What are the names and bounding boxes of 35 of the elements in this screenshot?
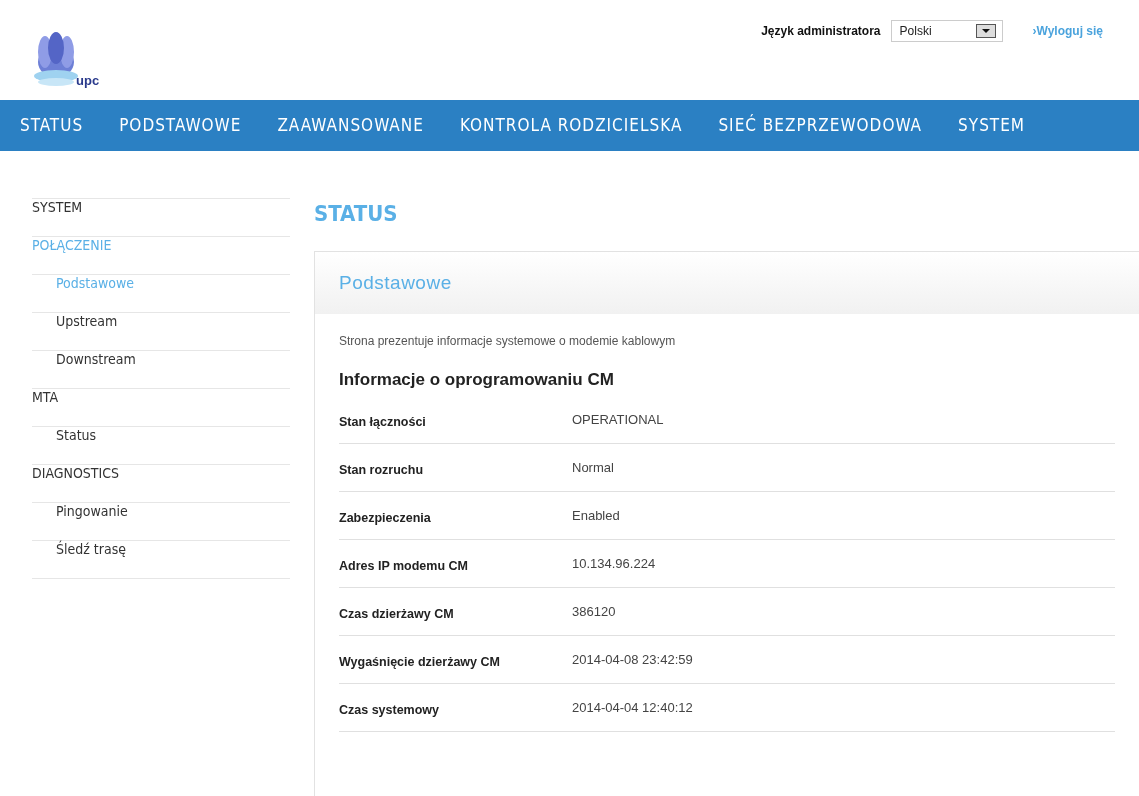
language-dropdown[interactable]: Polski <box>890 20 1003 42</box>
sidebar-section[interactable]: DIAGNOSTICS <box>32 465 290 503</box>
language-label: Język administratora <box>761 24 881 38</box>
section-title: Informacje o oprogramowaniu CM <box>339 370 614 390</box>
field-label: Wygaśnięcie dzierżawy CM <box>339 653 501 669</box>
field-value: 2014-04-08 23:42:59 <box>572 652 693 667</box>
nav-tab[interactable]: SIEĆ BEZPRZEWODOWA <box>700 100 941 151</box>
field-label: Stan łączności <box>339 413 427 429</box>
sidebar-item[interactable]: Śledź trasę <box>32 541 290 579</box>
field-value: 386120 <box>572 604 616 619</box>
logo-text: upc <box>76 73 100 88</box>
sidebar-section[interactable]: MTA <box>32 389 290 427</box>
sidebar-item[interactable]: Upstream <box>32 313 290 351</box>
field-value: 2014-04-04 12:40:12 <box>572 700 693 715</box>
field-value: 10.134.96.224 <box>572 556 656 571</box>
sidebar-section[interactable]: SYSTEM <box>32 199 290 237</box>
field-value: OPERATIONAL <box>572 412 664 427</box>
page-title: STATUS <box>314 200 398 228</box>
sidebar-item[interactable]: Downstream <box>32 351 290 389</box>
description-text: Strona prezentuje informacje systemowe o modemie kablowym <box>339 334 676 348</box>
sidebar-item[interactable]: Status <box>32 427 290 465</box>
nav-tab[interactable]: SYSTEM <box>940 100 1044 151</box>
sidebar-item[interactable]: Pingowanie <box>32 503 290 541</box>
field-label: Czas dzierżawy CM <box>339 605 455 621</box>
field-label: Zabezpieczenia <box>339 509 432 525</box>
card-title: Podstawowe <box>339 272 452 294</box>
field-label: Czas systemowy <box>339 701 441 717</box>
field-value: Enabled <box>572 508 620 523</box>
field-value: Normal <box>572 460 614 475</box>
nav-tab[interactable]: STATUS <box>0 100 102 151</box>
nav-tab[interactable]: PODSTAWOWE <box>101 100 260 151</box>
nav-tab[interactable]: ZAAWANSOWANE <box>259 100 442 151</box>
field-label: Stan rozruchu <box>339 461 425 477</box>
field-label: Adres IP modemu CM <box>339 557 469 573</box>
nav-tab[interactable]: KONTROLA RODZICIELSKA <box>441 100 701 151</box>
